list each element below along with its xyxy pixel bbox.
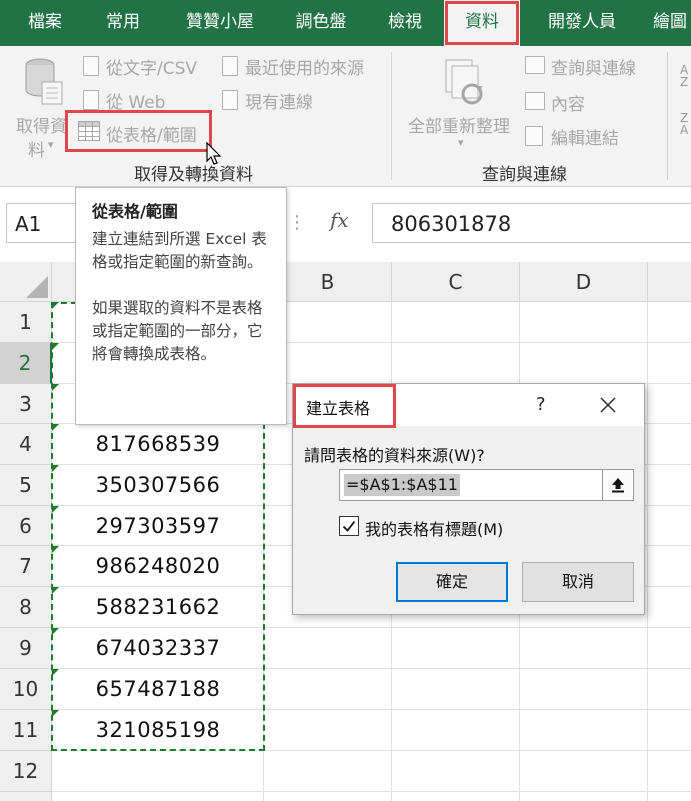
sort-za-icon[interactable]: ZA [680,112,688,136]
text-file-icon [83,56,99,76]
row-header-13[interactable] [0,792,52,801]
ok-button[interactable]: 確定 [396,562,508,602]
range-prompt-label: 請問表格的資料來源(W)? [304,446,485,465]
tab-palette[interactable]: 調色盤 [284,0,358,46]
ribbon-tab-bar: 檔案 常用 贊贊小屋 調色盤 檢視 資料 開發人員 繪圖 [0,0,691,46]
ribbon: 取得資 料 ▾ 從文字/CSV 從 Web 從表格/範圍 最近使用的來源 現有連… [0,46,691,187]
tooltip-title: 從表格/範圍 [92,202,178,221]
close-icon[interactable] [599,396,617,414]
collapse-arrow-icon [612,478,624,493]
existing-connections-icon [222,90,238,110]
get-data-button[interactable]: 取得資 料 ▾ [8,54,72,164]
header-checkbox[interactable] [339,516,359,536]
existing-connections-button[interactable]: 現有連線 [245,88,313,113]
from-text-csv-button[interactable]: 從文字/CSV [106,54,197,79]
tab-zanzan-cabin[interactable]: 贊贊小屋 [170,0,270,46]
get-data-label-2: 料 [28,141,45,161]
row-header-4[interactable]: 4 [0,424,52,465]
queries-icon [525,56,545,74]
row-header-10[interactable]: 10 [0,669,52,710]
row-header-2[interactable]: 2 [0,343,52,384]
web-icon [83,90,99,110]
header-checkbox-label[interactable]: 我的表格有標題(M) [365,516,503,540]
chevron-down-icon: ▾ [458,136,464,149]
dialog-title: 建立表格 [306,399,371,418]
chevron-down-icon: ▾ [48,138,54,151]
tab-file[interactable]: 檔案 [14,0,76,46]
row-header-3[interactable]: 3 [0,384,52,424]
row-header-1[interactable]: 1 [0,302,52,343]
tab-draw[interactable]: 繪圖 [644,0,691,46]
edit-links-button[interactable]: 編輯連結 [551,124,619,149]
tab-developer[interactable]: 開發人員 [530,0,634,46]
tab-data[interactable]: 資料 [444,0,520,46]
create-table-dialog: 建立表格 ? 請問表格的資料來源(W)? =$A$1:$A$11 我的表格有標題… [292,383,645,615]
tooltip-body-text-2: 如果選取的資料不是表格或指定範圍的一部分，它將會轉換成表格。 [92,299,263,363]
row-header-9[interactable]: 9 [0,628,52,669]
row-header-8[interactable]: 8 [0,587,52,628]
table-icon [78,121,100,141]
recent-sources-icon [222,56,238,76]
sort-az-icon[interactable]: AZ [680,64,688,88]
row-header-12[interactable]: 12 [0,751,52,792]
from-table-range-label: 從表格/範圍 [106,126,197,146]
formula-bar-divider: ⋮ [288,212,306,233]
properties-icon [525,92,545,110]
group-queries-label: 查詢與連線 [482,165,567,185]
refresh-icon [445,59,483,105]
column-header-c[interactable]: C [392,262,520,302]
ribbon-separator [391,52,392,180]
row-header-6[interactable]: 6 [0,506,52,546]
queries-connections-button[interactable]: 查詢與連線 [551,54,636,79]
row-header-11[interactable]: 11 [0,710,52,751]
tab-home[interactable]: 常用 [92,0,154,46]
group-get-transform-label: 取得及轉換資料 [134,165,253,185]
get-data-label: 取得資 [16,117,67,137]
tab-view[interactable]: 檢視 [374,0,436,46]
range-input[interactable]: =$A$1:$A$11 [339,469,603,501]
select-all-button[interactable] [0,262,52,302]
help-button[interactable]: ? [536,394,546,415]
ribbon-separator [667,52,668,180]
properties-button[interactable]: 內容 [551,90,585,115]
checkmark-icon [342,520,356,532]
formula-input[interactable]: 806301878 [372,203,691,243]
column-header-d[interactable]: D [520,262,648,302]
database-icon [25,58,63,105]
refresh-all-label: 全部重新整理 [408,117,510,137]
edit-links-icon [525,126,543,146]
cancel-button[interactable]: 取消 [522,562,634,602]
row-header-7[interactable]: 7 [0,546,52,587]
select-all-triangle-icon [26,276,48,298]
from-table-range-button[interactable]: 從表格/範圍 [65,110,212,152]
refresh-all-button[interactable]: 全部重新整理 ▾ [402,54,522,158]
collapse-dialog-button[interactable] [603,469,634,501]
column-header-e[interactable] [648,262,691,302]
tooltip-body: 建立連結到所選 Excel 表格或指定範圍的新查詢。 如果選取的資料不是表格或指… [92,228,276,366]
tooltip: 從表格/範圍 建立連結到所選 Excel 表格或指定範圍的新查詢。 如果選取的資… [75,187,287,425]
row-header-5[interactable]: 5 [0,465,52,506]
tooltip-body-text-1: 建立連結到所選 Excel 表格或指定範圍的新查詢。 [92,230,267,271]
fx-icon[interactable]: fx [330,208,349,232]
range-input-value: =$A$1:$A$11 [344,474,460,496]
recent-sources-button[interactable]: 最近使用的來源 [245,54,364,79]
mouse-pointer-icon [206,142,222,165]
